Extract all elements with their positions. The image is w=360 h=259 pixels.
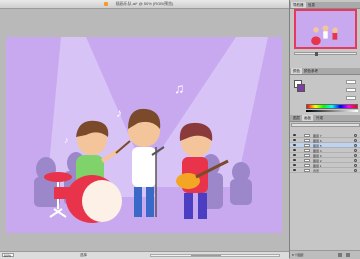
layer-target-icon[interactable] (354, 149, 357, 152)
visibility-eye-icon[interactable] (293, 134, 296, 136)
layer-thumbnail (304, 148, 310, 152)
visibility-eye-icon[interactable] (293, 149, 296, 151)
color-tab-row: 颜色 颜色参考 (290, 68, 360, 75)
navigator-thumbnail (300, 11, 351, 47)
tab-layers[interactable]: 图层 (291, 115, 302, 121)
layer-count-label: 8 个图层 (292, 253, 304, 257)
horizontal-scrollbar[interactable] (150, 254, 280, 257)
layer-row[interactable]: 背景 (290, 168, 360, 173)
new-layer-icon[interactable] (338, 253, 342, 257)
color-spectrum-bar[interactable] (306, 104, 358, 109)
layer-thumbnail (304, 133, 310, 137)
layer-name: 背景 (313, 168, 320, 173)
layer-target-icon[interactable] (354, 134, 357, 137)
music-note: ♫ (174, 80, 185, 96)
layer-target-icon[interactable] (354, 154, 357, 157)
layer-name: 图层 2 (313, 158, 322, 163)
zoom-slider-handle[interactable] (315, 52, 318, 56)
color-value-field[interactable] (346, 96, 356, 100)
tab-color[interactable]: 颜色 (291, 68, 302, 74)
layer-target-icon[interactable] (354, 164, 357, 167)
visibility-eye-icon[interactable] (293, 139, 296, 141)
layer-name: 图层 1 (313, 163, 322, 168)
artboard[interactable]: ♪ ♫ ♪ (6, 37, 282, 233)
band-illustration: ♪ ♫ ♪ (34, 37, 268, 223)
layer-search-field[interactable] (291, 123, 360, 127)
layer-target-icon[interactable] (354, 144, 357, 147)
layer-name: 图层 4 (313, 148, 322, 153)
layer-thumbnail (304, 153, 310, 157)
right-panel-dock: 导航器 信息 颜色 颜色参考 图层 画板 外观 图层 7 图层 6 图层 5 图… (289, 0, 360, 259)
navigator-zoom-slider[interactable] (294, 52, 357, 56)
layer-name: 图层 5 (313, 143, 322, 148)
color-value-field[interactable] (346, 88, 356, 92)
color-value-field[interactable] (346, 80, 356, 84)
zoom-level-field[interactable]: 50% (2, 253, 14, 258)
layer-thumbnail (304, 143, 310, 147)
layer-name: 图层 7 (313, 133, 322, 138)
layer-target-icon[interactable] (354, 139, 357, 142)
layer-thumbnail (304, 158, 310, 162)
tab-appearance[interactable]: 外观 (314, 115, 325, 121)
layer-thumbnail (304, 138, 310, 142)
layer-name: 图层 3 (313, 153, 322, 158)
visibility-eye-icon[interactable] (293, 169, 296, 171)
document-title: 插画乐队.ai* @ 50% (RGB/预览) (115, 1, 174, 6)
tab-artboards[interactable]: 画板 (302, 115, 313, 121)
tab-color-guide[interactable]: 颜色参考 (302, 68, 320, 74)
visibility-eye-icon[interactable] (293, 164, 296, 166)
navigator-tab-row: 导航器 信息 (290, 2, 360, 9)
visibility-eye-icon[interactable] (293, 154, 296, 156)
scrollbar-thumb[interactable] (191, 255, 221, 256)
canvas-area[interactable]: ♪ ♫ ♪ (0, 9, 289, 251)
layer-thumbnail (304, 168, 310, 172)
music-note: ♪ (116, 106, 122, 120)
tab-navigator[interactable]: 导航器 (291, 2, 306, 8)
document-title-bar: 插画乐队.ai* @ 50% (RGB/预览) (0, 0, 289, 9)
trash-icon[interactable] (346, 253, 350, 257)
music-note: ♪ (64, 135, 69, 145)
navigator-preview[interactable] (294, 9, 357, 49)
tab-info[interactable]: 信息 (306, 2, 317, 8)
layer-target-icon[interactable] (354, 159, 357, 162)
layer-target-icon[interactable] (354, 169, 357, 172)
visibility-eye-icon[interactable] (293, 159, 296, 161)
layer-name: 图层 6 (313, 138, 322, 143)
layers-tab-row: 图层 画板 外观 (290, 115, 360, 122)
stroke-color-swatch[interactable] (297, 84, 305, 92)
layer-thumbnail (304, 163, 310, 167)
grayscale-ramp[interactable] (306, 110, 358, 112)
visibility-eye-icon[interactable] (293, 144, 296, 146)
status-tool-label: 选择 (80, 253, 87, 257)
